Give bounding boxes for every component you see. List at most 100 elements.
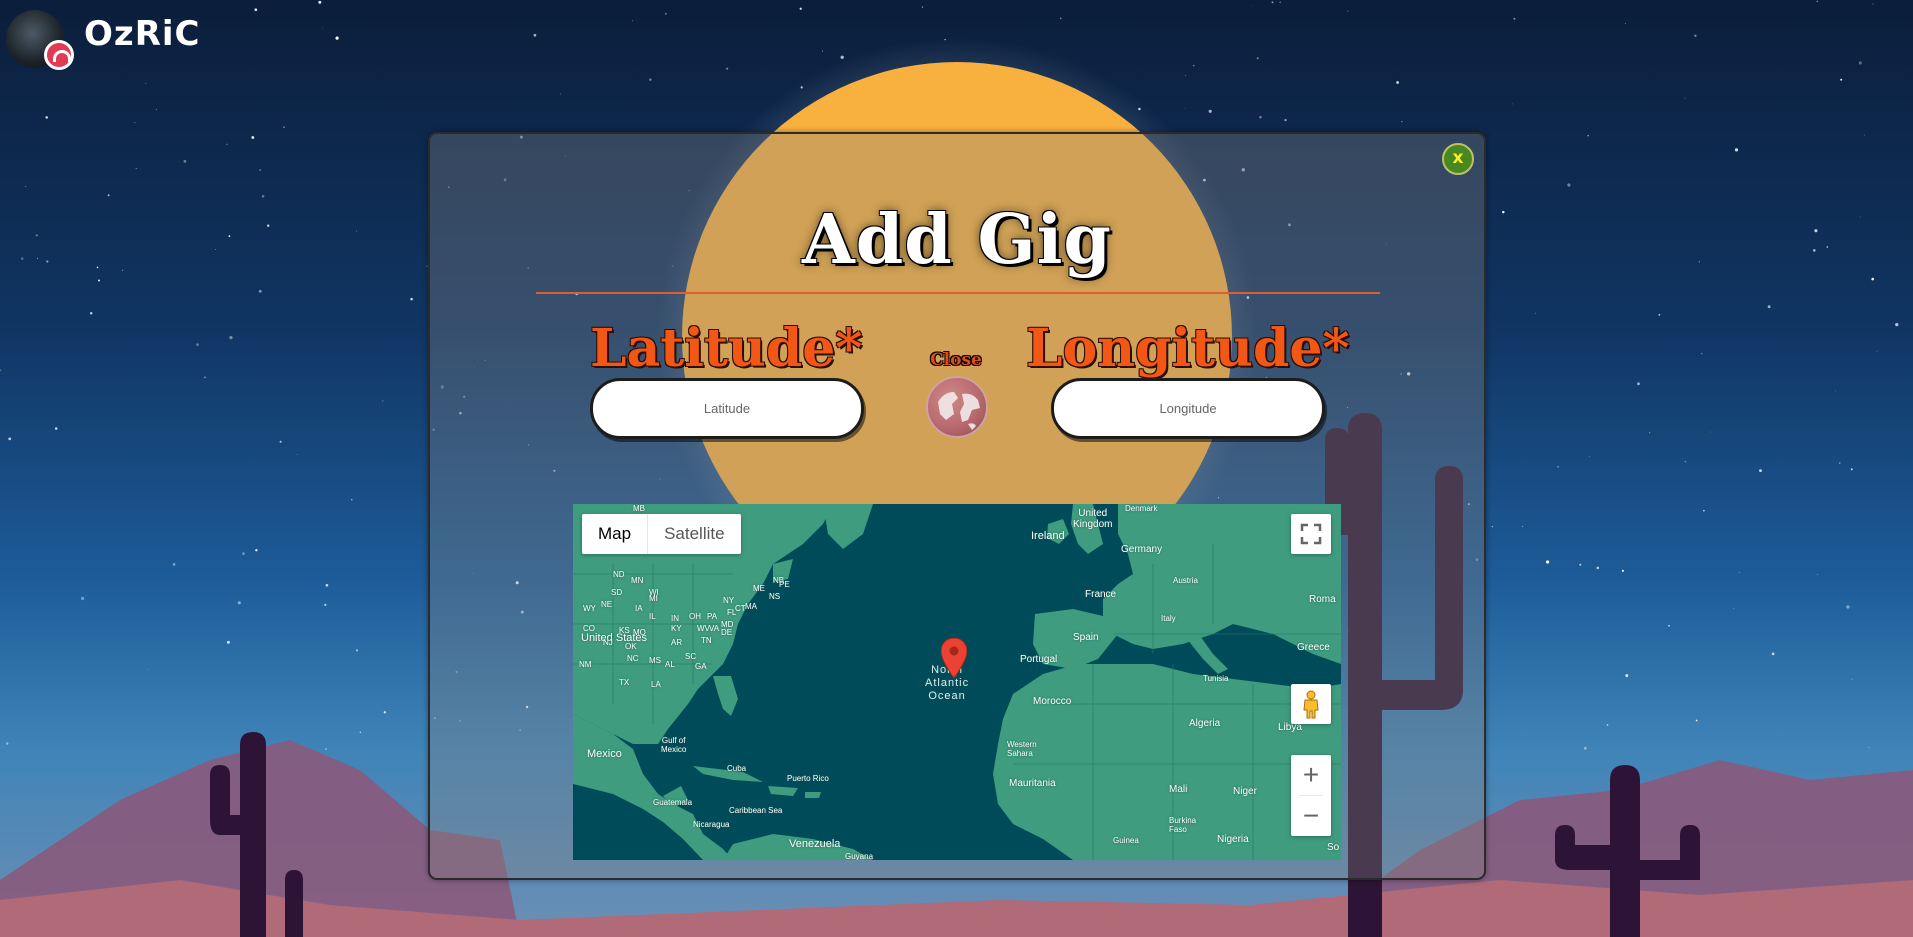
brand-name[interactable]: OzRiC [84,14,200,54]
state-label-ks: KS [619,626,630,635]
star [1251,5,1253,7]
modal-title: Add Gig [802,200,1112,280]
map-label-mali: Mali [1169,784,1188,795]
star [121,269,124,271]
star [1694,34,1697,38]
star [25,186,27,187]
star [1864,134,1865,136]
star [1522,525,1524,527]
star [0,369,2,372]
star [822,50,823,52]
map-label-roma: Roma [1309,594,1336,605]
state-label-pa: PA [707,612,718,621]
state-label-il: IL [649,612,656,621]
star [1625,23,1626,25]
star [410,297,413,301]
state-label-wy: WY [583,604,596,613]
star [1208,109,1212,113]
map-label-portugal: Portugal [1020,654,1058,665]
globe-icon[interactable] [926,376,988,438]
latitude-input[interactable] [590,378,864,439]
star [1738,572,1740,573]
state-label-ia: IA [635,604,643,613]
state-label-mi: MI [649,594,658,603]
star [1838,462,1841,464]
star [632,20,633,22]
map-label-italy: Italy [1161,614,1176,623]
map-label-austria: Austria [1173,576,1198,585]
star [226,143,228,146]
state-label-mo: MO [633,628,646,637]
star [318,0,322,4]
map-label-denmark: Denmark [1125,504,1158,513]
zoom-control: + − [1291,755,1331,836]
longitude-label: Longitude* [1026,318,1350,379]
star [1587,134,1589,137]
star [1817,574,1819,576]
star [279,440,282,443]
state-label-oh: OH [689,612,701,621]
star [1347,10,1349,12]
star [1192,64,1195,67]
star [1759,469,1762,473]
map-type-map-button[interactable]: Map [582,514,647,554]
star [1734,148,1739,152]
close-modal-button[interactable]: x [1442,143,1474,175]
star [1658,313,1661,316]
map-label-france: France [1085,589,1117,600]
star [1851,678,1853,680]
longitude-input[interactable] [1051,378,1325,439]
star [1625,674,1629,678]
state-label-nj: NJ [603,638,613,647]
map-label-niger: Niger [1233,786,1257,797]
star [1868,746,1870,749]
star [382,400,384,402]
star [1271,1,1274,4]
street-view-pegman-button[interactable] [1291,684,1331,724]
map-label-burkina-faso: Burkina Faso [1169,816,1197,834]
star [237,601,241,605]
star [1567,183,1571,187]
star [37,257,38,259]
close-map-label[interactable]: Close [920,350,992,370]
star [1703,509,1705,512]
state-label-al: AL [665,660,675,669]
star [107,194,110,197]
star [322,27,324,29]
map-label-nicaragua: Nicaragua [693,820,730,829]
state-label-ga: GA [695,662,707,671]
state-label-co: CO [583,624,595,633]
star [1846,605,1850,609]
map-label-so: So [1327,842,1340,853]
zoom-out-button[interactable]: − [1291,796,1331,836]
star [325,583,329,587]
map-label-venezuela: Venezuela [789,838,841,850]
state-label-va: VA [709,624,720,633]
star [665,13,667,15]
fullscreen-button[interactable] [1291,514,1331,554]
star [1872,3,1874,5]
star [840,55,844,59]
star [8,437,12,441]
map-marker-icon[interactable] [941,638,967,678]
star [1060,17,1062,20]
star [80,596,85,601]
map-label-caribbean-sea: Caribbean Sea [729,806,783,815]
star [196,343,199,346]
state-label-sd: SD [611,588,623,597]
state-label-tx: TX [619,678,630,687]
map-type-satellite-button[interactable]: Satellite [647,514,740,554]
star [147,669,149,671]
state-label-ok: OK [625,642,637,651]
star [1606,724,1609,726]
state-label-pe: PE [779,580,790,589]
star [921,6,923,8]
star [1491,526,1493,528]
star [96,266,99,269]
map-label-guatemala: Guatemala [653,798,693,807]
map-label-guyana: Guyana [845,852,874,860]
google-map[interactable]: United States Gulf of Mexico Mexico Cuba… [573,504,1341,860]
map-label-gulf-of-mexico: Gulf of Mexico [661,736,687,754]
map-label-mexico: Mexico [587,748,622,760]
zoom-in-button[interactable]: + [1291,755,1331,795]
